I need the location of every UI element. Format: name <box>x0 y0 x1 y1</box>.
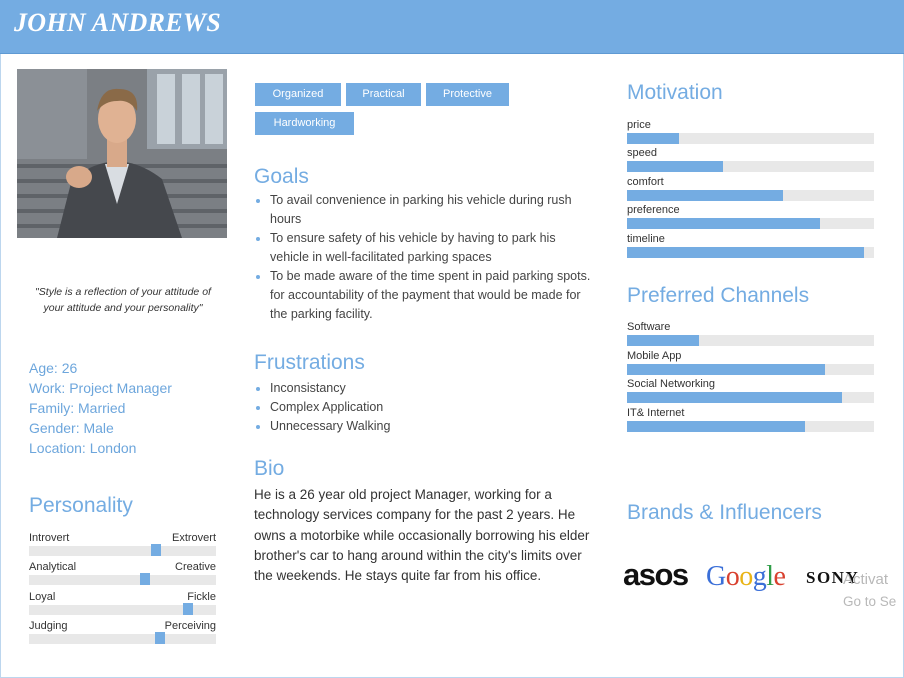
bar-track <box>627 392 874 403</box>
persona-info: Age: 26 Work: Project Manager Family: Ma… <box>29 358 172 458</box>
bar-label: Social Networking <box>627 378 716 390</box>
bar-label: price <box>627 119 651 131</box>
tag-practical: Practical <box>346 83 421 106</box>
bar-label: comfort <box>627 176 664 188</box>
bar-track <box>627 421 874 432</box>
activation-watermark: Activat Go to Se <box>843 569 904 613</box>
header-bar: JOHN ANDREWS <box>0 0 904 54</box>
bio-text: He is a 26 year old project Manager, wor… <box>254 487 590 584</box>
bar-label: timeline <box>627 233 665 245</box>
motivation-bar: timeline <box>627 233 874 261</box>
channel-bar: Software <box>627 321 874 349</box>
info-gender: Gender: Male <box>29 420 114 436</box>
goals-title: Goals <box>254 165 309 188</box>
goals-list: To avail convenience in parking his vehi… <box>254 191 594 324</box>
list-item: Inconsistancy <box>254 379 594 398</box>
bar-label: speed <box>627 147 657 159</box>
slider-thumb[interactable] <box>139 573 150 585</box>
bar-fill <box>627 421 805 432</box>
bar-track <box>627 133 874 144</box>
persona-name: JOHN ANDREWS <box>14 8 222 37</box>
asos-logo: asos <box>623 557 689 592</box>
list-item: To be made aware of the time spent in pa… <box>254 267 594 324</box>
bar-fill <box>627 161 724 172</box>
info-work: Work: Project Manager <box>29 380 172 396</box>
bar-label: preference <box>627 204 680 216</box>
google-letter: o <box>739 561 753 592</box>
watermark-line: Go to Se <box>843 594 897 609</box>
trait-left-label: Analytical <box>29 561 77 573</box>
channel-bar: IT& Internet <box>627 407 874 435</box>
trait-right-label: Perceiving <box>164 620 216 632</box>
slider-track <box>29 544 216 556</box>
motivation-bar: comfort <box>627 176 874 204</box>
personality-title: Personality <box>29 494 133 517</box>
persona-quote: "Style is a reflection of your attitude … <box>35 286 211 314</box>
google-logo: Google <box>706 560 786 594</box>
bar-fill <box>627 190 783 201</box>
trait-left-label: Introvert <box>29 532 70 544</box>
bar-track <box>627 218 874 229</box>
slider-thumb[interactable] <box>154 632 165 644</box>
trait-right-label: Fickle <box>187 591 216 603</box>
slider-track <box>29 573 216 585</box>
motivation-bar: speed <box>627 147 874 175</box>
google-letter: o <box>725 561 740 592</box>
channel-bar: Social Networking <box>627 378 874 406</box>
personality-slider[interactable]: Analytical Creative <box>29 561 216 591</box>
motivation-bar: preference <box>627 204 874 232</box>
bio-title: Bio <box>254 457 285 480</box>
trait-left-label: Judging <box>29 620 68 632</box>
motivation-title: Motivation <box>627 81 723 104</box>
trait-left-label: Loyal <box>29 591 56 603</box>
bar-label: Software <box>627 321 671 333</box>
bar-fill <box>627 364 825 375</box>
bar-fill <box>627 133 679 144</box>
bar-label: IT& Internet <box>627 407 685 419</box>
slider-thumb[interactable] <box>182 603 193 615</box>
frustrations-title: Frustrations <box>254 351 365 374</box>
google-letter: G <box>706 561 726 592</box>
bar-fill <box>627 392 842 403</box>
info-location: Location: London <box>29 440 137 456</box>
channels-title: Preferred Channels <box>627 284 810 307</box>
bar-fill <box>627 335 699 346</box>
bar-track <box>627 364 874 375</box>
slider-track <box>29 632 216 644</box>
trait-right-label: Creative <box>175 561 216 573</box>
slider-track <box>29 603 216 615</box>
slider-thumb[interactable] <box>151 544 162 556</box>
frustrations-list: Inconsistancy Complex Application Unnece… <box>254 379 594 436</box>
personality-slider[interactable]: Loyal Fickle <box>29 591 216 621</box>
tag-protective: Protective <box>426 83 509 106</box>
info-age: Age: 26 <box>29 360 78 376</box>
persona-photo <box>17 69 227 238</box>
bar-label: Mobile App <box>627 350 682 362</box>
google-letter: e <box>773 561 786 592</box>
motivation-bar: price <box>627 119 874 147</box>
bar-track <box>627 161 874 172</box>
list-item: To avail convenience in parking his vehi… <box>254 191 594 229</box>
list-item: To ensure safety of his vehicle by havin… <box>254 229 594 267</box>
bar-track <box>627 190 874 201</box>
personality-slider[interactable]: Judging Perceiving <box>29 620 216 650</box>
bar-track <box>627 335 874 346</box>
watermark-line: Activat <box>843 571 889 588</box>
google-letter: l <box>766 561 774 592</box>
list-item: Complex Application <box>254 398 594 417</box>
bar-fill <box>627 247 865 258</box>
google-letter: g <box>752 561 767 592</box>
personality-slider[interactable]: Introvert Extrovert <box>29 532 216 562</box>
list-item: Unnecessary Walking <box>254 417 594 436</box>
bar-fill <box>627 218 820 229</box>
channel-bar: Mobile App <box>627 350 874 378</box>
tag-hardworking: Hardworking <box>255 112 354 135</box>
trait-right-label: Extrovert <box>171 532 216 544</box>
tag-organized: Organized <box>255 83 341 106</box>
brands-title: Brands & Influencers <box>627 501 822 524</box>
bar-track <box>627 247 874 258</box>
info-family: Family: Married <box>29 400 126 416</box>
